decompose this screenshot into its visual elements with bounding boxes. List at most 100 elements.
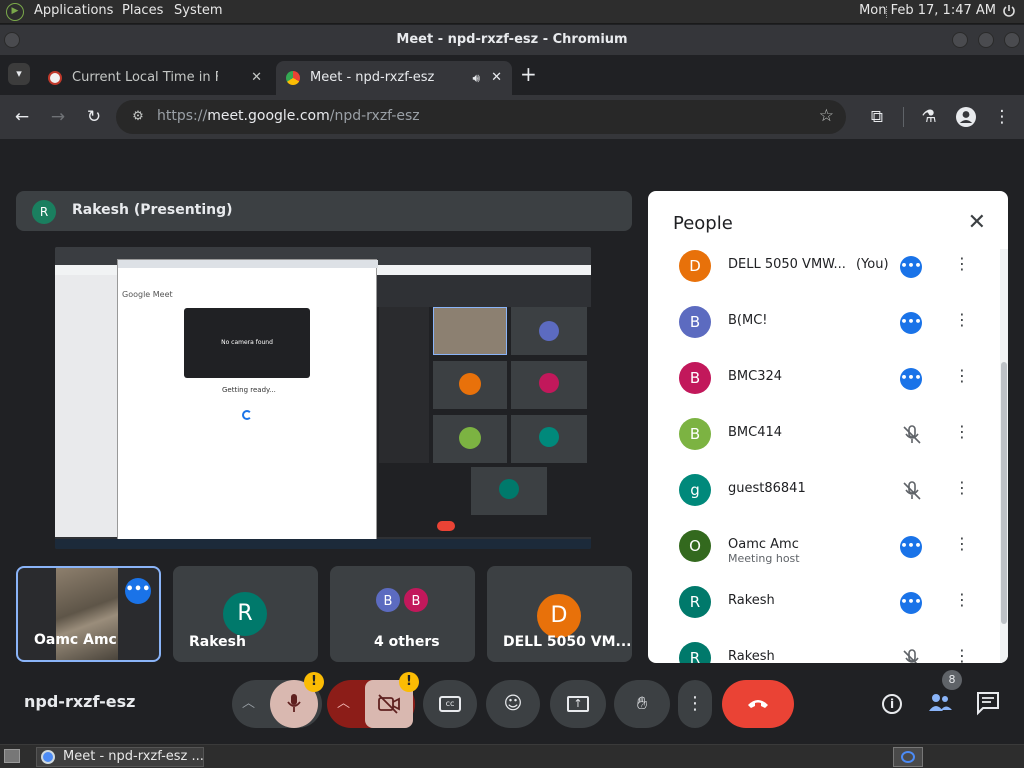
chat-icon[interactable] (975, 690, 1001, 716)
list-item[interactable]: g guest86841 ⋮ (648, 463, 1008, 519)
show-desktop-icon[interactable] (4, 749, 20, 763)
mic-off-icon (903, 425, 921, 444)
window-menu-button[interactable] (4, 32, 20, 48)
timeanddate-favicon-icon (48, 71, 62, 85)
microphone-button[interactable]: ! (270, 672, 324, 728)
emoji-button[interactable]: ☺︎ (486, 680, 540, 728)
more-options-button[interactable]: ⋮ (678, 680, 712, 728)
more-options-icon[interactable]: ••• (900, 312, 922, 334)
new-tab-button[interactable]: + (520, 63, 537, 85)
labs-flask-icon[interactable]: ⚗︎ (918, 106, 940, 128)
participant-tile-oamc[interactable]: ••• Oamc Amc (16, 566, 161, 662)
camera-button[interactable]: ! (365, 672, 419, 728)
reload-icon[interactable]: ↻ (83, 106, 105, 128)
close-window-button[interactable] (1004, 32, 1020, 48)
participant-menu-icon[interactable]: ⋮ (954, 478, 970, 497)
site-info-icon[interactable]: ⚙︎ (128, 107, 148, 127)
audio-options-chevron-icon[interactable]: ︿ (242, 680, 255, 728)
system-menu[interactable]: System (174, 3, 222, 18)
list-item[interactable]: D DELL 5050 VMW... (You) ••• ⋮ (648, 249, 1008, 295)
tab-meet[interactable]: Meet - npd-rxzf-esz 🔊︎ ✕ (276, 61, 512, 95)
more-options-icon[interactable]: ••• (900, 368, 922, 390)
toolbar-divider (903, 107, 904, 127)
leave-call-button[interactable] (722, 680, 794, 728)
participant-tile-others[interactable]: B B 4 others (330, 566, 475, 662)
taskbar-window-button[interactable]: Meet - npd-rxzf-esz ... (36, 747, 204, 767)
minimize-button[interactable] (952, 32, 968, 48)
browser-toolbar: ← → ↻ ⚙︎ https://meet.google.com/npd-rxz… (0, 95, 1024, 139)
mic-control-group: ︿ ! (232, 672, 324, 728)
participant-tile-dell[interactable]: D DELL 5050 VM... (487, 566, 632, 662)
tab-close-icon[interactable]: ✕ (491, 61, 502, 95)
participant-menu-icon[interactable]: ⋮ (954, 646, 970, 663)
participant-menu-icon[interactable]: ⋮ (954, 534, 970, 553)
window-title: Meet - npd-rxzf-esz - Chromium (396, 32, 628, 47)
participant-menu-icon[interactable]: ⋮ (954, 366, 970, 385)
list-item[interactable]: R Rakesh ⋮ (648, 631, 1008, 663)
back-icon[interactable]: ← (11, 106, 33, 128)
captions-button[interactable]: cc (423, 680, 477, 728)
participant-tile-rakesh[interactable]: R Rakesh (173, 566, 318, 662)
participant-name: Rakesh (728, 593, 775, 608)
people-icon[interactable] (927, 690, 953, 716)
shared-screen[interactable]: Google Meet No camera found Getting read… (55, 247, 591, 549)
window-titlebar[interactable]: Meet - npd-rxzf-esz - Chromium (0, 25, 1024, 55)
shared-tile (471, 467, 547, 515)
list-item[interactable]: B B(MC! ••• ⋮ (648, 295, 1008, 351)
list-item[interactable]: B BMC414 ⋮ (648, 407, 1008, 463)
shared-meet-grid (377, 307, 591, 537)
more-options-icon[interactable]: ••• (900, 592, 922, 614)
shared-tile (511, 361, 587, 409)
presenting-bar[interactable]: R Rakesh (Presenting) (16, 191, 632, 231)
list-item[interactable]: R Rakesh ••• ⋮ (648, 575, 1008, 631)
meet-page: R Rakesh (Presenting) Google Meet No cam… (0, 139, 1024, 744)
address-bar[interactable]: ⚙︎ https://meet.google.com/npd-rxzf-esz … (116, 100, 846, 134)
power-icon[interactable] (1002, 4, 1016, 18)
participant-menu-icon[interactable]: ⋮ (954, 590, 970, 609)
participant-name: guest86841 (728, 481, 806, 496)
participant-menu-icon[interactable]: ⋮ (954, 310, 970, 329)
workspace-switcher[interactable] (893, 747, 923, 767)
panel-clock[interactable]: Mon Feb 17, 1:47 AM (859, 3, 996, 18)
more-options-icon[interactable]: ••• (900, 536, 922, 558)
present-screen-button[interactable]: ↑ (550, 680, 606, 728)
applications-menu[interactable]: Applications (34, 3, 113, 18)
forward-icon[interactable]: → (47, 106, 69, 128)
google-meet-logo: Google Meet (122, 290, 173, 299)
shared-taskbar (55, 539, 591, 549)
tab-title: Current Local Time in Fall Riv (72, 70, 218, 85)
more-options-icon[interactable]: ••• (125, 578, 151, 604)
participant-menu-icon[interactable]: ⋮ (954, 422, 970, 441)
meeting-details-icon[interactable]: i (879, 690, 905, 716)
participant-name: BMC414 (728, 425, 783, 440)
maximize-button[interactable] (978, 32, 994, 48)
avatar: O (679, 530, 711, 562)
url-text[interactable]: https://meet.google.com/npd-rxzf-esz (157, 108, 420, 124)
close-icon[interactable]: ✕ (968, 211, 986, 235)
mic-off-icon (903, 649, 919, 663)
list-item[interactable]: O Oamc Amc Meeting host ••• ⋮ (648, 519, 1008, 575)
microphone-icon (287, 694, 301, 712)
video-options-chevron-icon[interactable]: ︿ (337, 680, 350, 728)
more-options-icon[interactable]: ••• (900, 256, 922, 278)
bookmark-star-icon[interactable]: ☆ (819, 106, 834, 126)
tab-close-icon[interactable]: ✕ (251, 61, 262, 95)
chrome-menu-icon[interactable]: ⋮ (991, 106, 1013, 128)
extensions-icon[interactable]: ⧉ (866, 106, 888, 128)
raise-hand-button[interactable]: ✋︎ (614, 680, 670, 728)
participant-name: Oamc Amc (728, 537, 799, 552)
profile-icon[interactable] (955, 106, 977, 128)
tab-local-time[interactable]: Current Local Time in Fall Riv ✕ (38, 61, 272, 95)
avatar: B (679, 362, 711, 394)
participant-name: Rakesh (189, 634, 246, 650)
you-label: (You) (856, 257, 889, 272)
places-menu[interactable]: Places (122, 3, 163, 18)
speaker-icon[interactable]: 🔊︎ (472, 61, 480, 95)
popup-titlebar (118, 260, 378, 268)
avatar (539, 321, 559, 341)
distro-logo-icon[interactable]: ▶ (6, 3, 24, 21)
participant-menu-icon[interactable]: ⋮ (954, 254, 970, 273)
avatar (539, 427, 559, 447)
list-item[interactable]: B BMC324 ••• ⋮ (648, 351, 1008, 407)
tab-search-button[interactable]: ▾ (8, 63, 30, 85)
